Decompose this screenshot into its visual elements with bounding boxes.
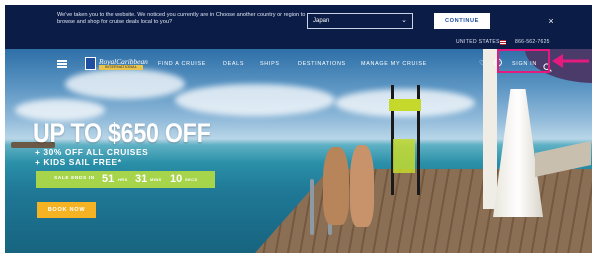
nav-ships[interactable]: SHIPS xyxy=(260,61,280,67)
promo-line-2: + KIDS SAIL FREE* xyxy=(35,157,122,167)
heart-icon[interactable]: ♡ xyxy=(479,59,485,67)
country-select-value: Japan xyxy=(313,18,330,24)
crown-anchor-icon xyxy=(85,57,96,70)
utility-bar: UNITED STATES 866-562-7625 xyxy=(5,37,592,49)
continue-button[interactable]: CONTINUE xyxy=(434,13,490,29)
countdown-mins: 31 xyxy=(135,173,148,185)
logo[interactable]: RoyalCaribbean INTERNATIONAL xyxy=(85,56,148,72)
countdown-hours: 51 xyxy=(102,173,115,185)
nav-manage-my-cruise[interactable]: MANAGE MY CRUISE xyxy=(361,61,427,67)
chevron-down-icon: ⌄ xyxy=(401,17,407,24)
nav-deals[interactable]: DEALS xyxy=(223,61,244,67)
lifeguard-chair xyxy=(389,99,421,111)
countdown-secs-unit: SECS xyxy=(185,177,198,182)
countdown-hours-unit: HRS xyxy=(118,177,128,182)
countdown-label: SALE ENDS IN xyxy=(54,176,95,181)
couple-photo xyxy=(323,147,349,225)
country-link[interactable]: UNITED STATES xyxy=(456,39,500,45)
promo-line-1: + 30% OFF ALL CRUISES xyxy=(35,147,149,157)
nav-find-a-cruise[interactable]: FIND A CRUISE xyxy=(158,61,206,67)
country-select[interactable]: Japan ⌄ xyxy=(307,13,413,29)
countdown-secs: 10 xyxy=(170,173,183,185)
logo-subtitle: INTERNATIONAL xyxy=(99,65,143,70)
browser-viewport: We've taken you to the website. We notic… xyxy=(5,5,592,253)
highlight-box xyxy=(497,49,550,73)
us-flag-icon xyxy=(500,40,506,45)
book-now-button[interactable]: BOOK NOW xyxy=(37,202,96,218)
hamburger-icon[interactable] xyxy=(57,60,67,68)
phone-number[interactable]: 866-562-7625 xyxy=(515,39,550,45)
country-banner: We've taken you to the website. We notic… xyxy=(5,5,592,37)
promo-headline: UP TO $650 OFF xyxy=(33,118,211,148)
sale-countdown: SALE ENDS IN 51 HRS 31 MINS 10 SECS xyxy=(36,171,215,188)
countdown-mins-unit: MINS xyxy=(150,177,162,182)
banner-message: We've taken you to the website. We notic… xyxy=(57,12,306,26)
nav-destinations[interactable]: DESTINATIONS xyxy=(298,61,346,67)
arrow-icon xyxy=(552,54,589,68)
close-icon[interactable]: × xyxy=(545,13,557,29)
